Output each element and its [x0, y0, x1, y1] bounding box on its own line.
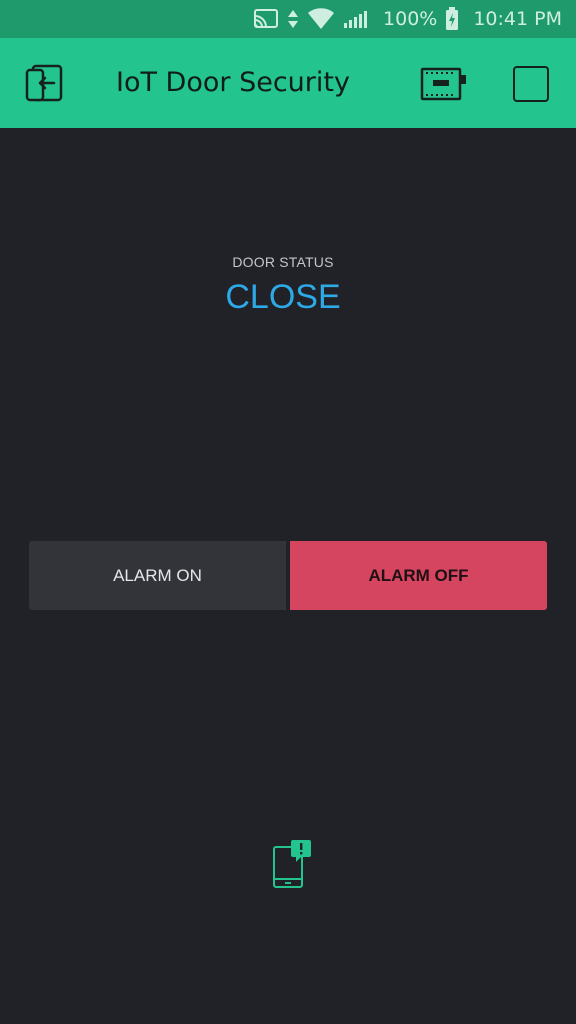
- door-status-label: DOOR STATUS: [232, 254, 334, 270]
- app-bar: IoT Door Security: [0, 38, 576, 128]
- dashboard: DOOR STATUS CLOSE ALARM ON ALARM OFF: [0, 128, 576, 1024]
- exit-button[interactable]: [24, 64, 64, 104]
- clock: 10:41 PM: [473, 8, 562, 30]
- page-title: IoT Door Security: [116, 67, 350, 98]
- alarm-off-button[interactable]: ALARM OFF: [290, 541, 547, 610]
- cast-icon: [253, 9, 279, 29]
- wifi-icon: [307, 8, 335, 30]
- exit-icon: [25, 64, 63, 102]
- door-status-value: CLOSE: [225, 278, 341, 316]
- battery-percent: 100%: [383, 8, 438, 30]
- data-arrows-icon: [287, 9, 299, 29]
- device-button[interactable]: [420, 66, 468, 102]
- phone-notification-icon: [270, 839, 314, 889]
- stop-icon[interactable]: [513, 66, 549, 102]
- alarm-on-button[interactable]: ALARM ON: [29, 541, 286, 610]
- signal-icon: [343, 9, 369, 29]
- battery-charging-icon: [445, 7, 459, 31]
- device-icon: [420, 67, 466, 101]
- status-bar: 100% 10:41 PM: [0, 0, 576, 38]
